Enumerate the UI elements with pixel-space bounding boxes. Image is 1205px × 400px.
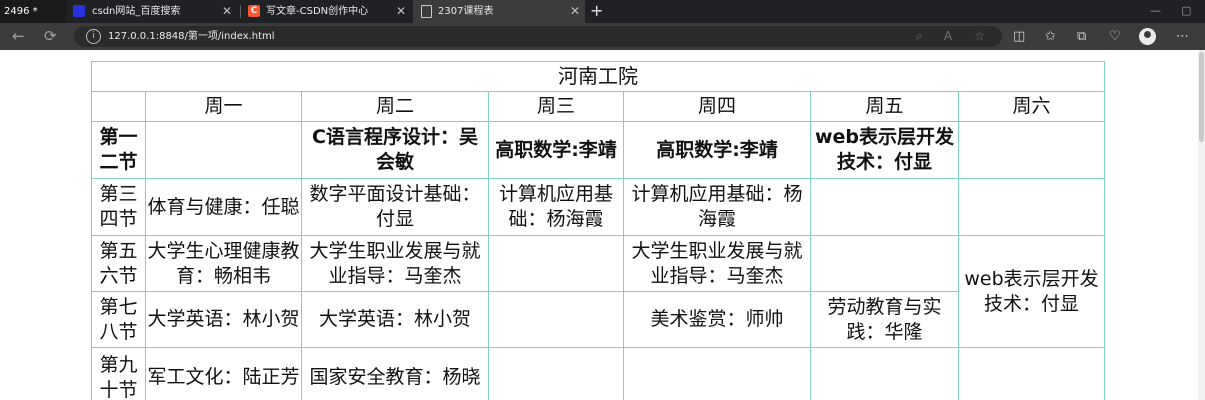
course-cell: 劳动教育与实践：华隆 [810, 291, 959, 348]
day-header: 周一 [145, 91, 302, 122]
course-cell [145, 121, 302, 179]
day-header: 周六 [957, 91, 1106, 122]
course-cell: 军工文化：陆正芳 [145, 347, 302, 400]
tab-baidu-search[interactable]: csdn网站_百度搜索 ✕ [66, 0, 238, 23]
tab-label: 2307课程表 [438, 6, 494, 17]
url-text[interactable]: 127.0.0.1:8848/第一项/index.html [108, 26, 275, 47]
split-screen-icon[interactable]: ◫ [1013, 23, 1025, 50]
info-icon[interactable]: i [86, 29, 101, 44]
course-cell-merged: web表示层开发技术：付显 [957, 235, 1106, 348]
course-cell [810, 235, 959, 292]
minimize-button[interactable]: — [1150, 0, 1161, 23]
course-cell: 美术鉴赏：师帅 [623, 291, 811, 348]
timetable: 河南工院 周一 周二 周三 周四 周五 周六 第一二节 C语言程序设计：吴会敏 … [90, 61, 1106, 400]
course-cell: web表示层开发技术：付显 [810, 121, 959, 179]
course-cell: 计算机应用基础：杨海霞 [623, 178, 811, 236]
close-icon[interactable]: ✕ [222, 0, 232, 23]
course-cell [810, 347, 959, 400]
course-cell [488, 291, 624, 348]
period-label: 第九十节 [91, 347, 146, 400]
timetable-title: 河南工院 [90, 61, 1106, 92]
page-icon [421, 5, 432, 18]
scrollbar-thumb[interactable] [1199, 52, 1204, 142]
baidu-paw-icon [73, 5, 85, 17]
period-label: 第一二节 [91, 121, 146, 179]
course-cell [810, 178, 959, 236]
course-cell [488, 235, 624, 292]
zoom-icon[interactable]: ⌕ [916, 26, 923, 47]
dimension-overlay: 2496 * 1036 [0, 0, 66, 40]
course-cell: 体育与健康：任聪 [145, 178, 302, 236]
tab-label: 写文章-CSDN创作中心 [266, 6, 369, 17]
course-cell [957, 178, 1106, 236]
tab-csdn-editor[interactable]: C 写文章-CSDN创作中心 ✕ [241, 0, 411, 23]
period-label: 第七八节 [91, 291, 146, 348]
favorite-star-icon[interactable]: ☆ [974, 26, 985, 47]
collections-icon[interactable]: ⧉ [1077, 23, 1086, 50]
back-arrow-icon[interactable]: ← [12, 23, 25, 50]
read-aloud-icon[interactable]: A [944, 26, 952, 47]
course-cell [488, 347, 624, 400]
day-header: 周二 [301, 91, 489, 122]
course-cell: 高职数学:李靖 [488, 121, 624, 179]
course-cell: 高职数学:李靖 [623, 121, 811, 179]
profile-avatar[interactable] [1139, 28, 1156, 45]
course-cell [957, 347, 1106, 400]
period-label: 第三四节 [91, 178, 146, 236]
favorites-icon[interactable]: ✩ [1045, 23, 1056, 50]
more-menu-icon[interactable]: ⋯ [1176, 23, 1189, 50]
day-header: 周四 [623, 91, 811, 122]
corner-cell [91, 91, 146, 122]
course-cell: 国家安全教育：杨晓 [301, 347, 489, 400]
course-cell: 大学生职业发展与就业指导：马奎杰 [301, 235, 489, 292]
course-cell: 数字平面设计基础：付显 [301, 178, 489, 236]
close-icon[interactable]: ✕ [570, 0, 580, 23]
csdn-c-icon: C [248, 5, 260, 17]
course-cell: C语言程序设计：吴会敏 [301, 121, 489, 179]
course-cell: 大学英语：林小贺 [145, 291, 302, 348]
browser-essentials-icon[interactable]: ♡ [1109, 23, 1121, 50]
course-cell: 大学生职业发展与就业指导：马奎杰 [623, 235, 811, 292]
course-cell: 大学生心理健康教育：畅相韦 [145, 235, 302, 292]
course-cell: 大学英语：林小贺 [301, 291, 489, 348]
address-bar[interactable]: i 127.0.0.1:8848/第一项/index.html ⌕ A ☆ [74, 26, 1002, 47]
navigation-bar: ← ⟳ i 127.0.0.1:8848/第一项/index.html ⌕ A … [0, 23, 1205, 50]
page-viewport: 河南工院 周一 周二 周三 周四 周五 周六 第一二节 C语言程序设计：吴会敏 … [0, 50, 1198, 400]
tab-timetable[interactable]: 2307课程表 ✕ [413, 0, 585, 23]
maximize-button[interactable]: ▢ [1181, 0, 1191, 23]
new-tab-button[interactable]: + [590, 0, 603, 23]
course-cell: 计算机应用基础：杨海霞 [488, 178, 624, 236]
close-icon[interactable]: ✕ [396, 0, 406, 23]
tab-label: csdn网站_百度搜索 [92, 6, 181, 17]
reload-icon[interactable]: ⟳ [44, 23, 57, 50]
day-header: 周三 [488, 91, 624, 122]
course-cell [957, 121, 1106, 179]
vertical-scrollbar[interactable] [1198, 50, 1205, 400]
day-header: 周五 [810, 91, 959, 122]
tab-strip: 2496 * 1036 csdn网站_百度搜索 ✕ C 写文章-CSDN创作中心… [0, 0, 1205, 40]
period-label: 第五六节 [91, 235, 146, 292]
course-cell [623, 347, 811, 400]
